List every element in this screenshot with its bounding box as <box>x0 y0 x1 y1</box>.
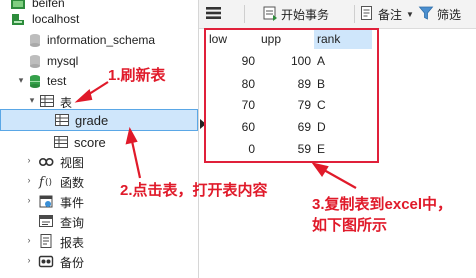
database-icon <box>27 73 43 89</box>
annotation-step1: 1.刷新表 <box>108 67 166 84</box>
chevron-right-icon[interactable]: › <box>25 156 33 165</box>
tree-item-mysql[interactable]: mysql <box>0 51 198 71</box>
query-icon <box>38 213 54 229</box>
toolbar: 开始事务 备注 ▼ 筛选 <box>199 0 476 29</box>
chevron-right-icon[interactable]: › <box>25 196 33 205</box>
database-icon <box>27 53 43 69</box>
table-icon <box>53 134 69 150</box>
table-icon <box>54 112 70 128</box>
memo-button[interactable]: 备注 ▼ <box>359 4 414 24</box>
chevron-down-icon[interactable]: ▼ <box>406 10 414 19</box>
database-icon <box>27 32 43 48</box>
hamburger-menu-icon <box>205 6 223 23</box>
tree-item-information-schema[interactable]: information_schema <box>0 30 198 50</box>
toolbar-divider <box>244 5 245 23</box>
transaction-icon <box>262 5 278 24</box>
backup-icon <box>38 253 54 269</box>
tree-item-score[interactable]: score <box>0 132 198 152</box>
tree-item-localhost[interactable]: localhost <box>0 9 198 29</box>
memo-label: 备注 <box>378 7 403 22</box>
tree-item-label: 事件 <box>60 196 85 210</box>
tree-item-label: grade <box>75 113 109 128</box>
menu-button[interactable] <box>205 4 223 24</box>
tree-item-tables[interactable]: ▾ 表 <box>0 91 198 111</box>
report-icon <box>38 233 54 249</box>
tree-item-label: score <box>74 135 106 150</box>
function-icon: f() <box>38 173 54 190</box>
views-icon <box>38 153 54 169</box>
chevron-right-icon[interactable]: › <box>25 256 33 265</box>
chevron-down-icon[interactable]: ▾ <box>28 96 36 105</box>
toolbar-divider <box>354 5 355 23</box>
tree-item-label: information_schema <box>47 33 156 47</box>
filter-label: 筛选 <box>437 7 462 22</box>
tree-item-label: 视图 <box>60 156 85 170</box>
tree-item-reports[interactable]: › 报表 <box>0 231 198 251</box>
event-icon <box>38 193 54 209</box>
tables-icon <box>39 93 55 109</box>
memo-icon <box>359 5 375 24</box>
tree-item-grade[interactable]: grade <box>0 109 198 131</box>
tree-item-label: localhost <box>32 12 80 26</box>
chevron-right-icon[interactable]: › <box>25 236 33 245</box>
chevron-down-icon[interactable]: ▾ <box>17 76 25 85</box>
begin-transaction-label: 开始事务 <box>281 7 330 22</box>
tree-item-label: 函数 <box>60 176 85 190</box>
annotation-step3-line2: 如下图所示 <box>312 217 388 234</box>
connection-icon <box>10 11 26 27</box>
filter-button[interactable]: 筛选 <box>418 4 461 24</box>
annotation-step2: 2.点击表，打开表内容 <box>120 182 268 199</box>
grid-highlight-box <box>204 28 379 163</box>
chevron-right-icon[interactable]: › <box>25 176 33 185</box>
tree-item-queries[interactable]: 查询 <box>0 211 198 231</box>
annotation-step3-line1: 3.复制表到excel中， <box>312 196 453 213</box>
tree-item-backups[interactable]: › 备份 <box>0 251 198 271</box>
tree-item-label: mysql <box>47 54 79 68</box>
filter-icon <box>418 5 434 24</box>
svg-text:(): () <box>45 178 52 188</box>
begin-transaction-button[interactable]: 开始事务 <box>262 4 329 24</box>
tree-item-label: test <box>47 74 67 88</box>
tree-item-label: 备份 <box>60 256 85 270</box>
tree-item-test[interactable]: ▾ test <box>0 71 198 91</box>
tree-item-label: 查询 <box>60 216 85 230</box>
tree-item-label: 报表 <box>60 236 85 250</box>
arrow-copy-excel <box>311 162 357 189</box>
tree-item-views[interactable]: › 视图 <box>0 151 198 171</box>
object-tree: beifen localhost information_schema mysq… <box>0 0 199 278</box>
